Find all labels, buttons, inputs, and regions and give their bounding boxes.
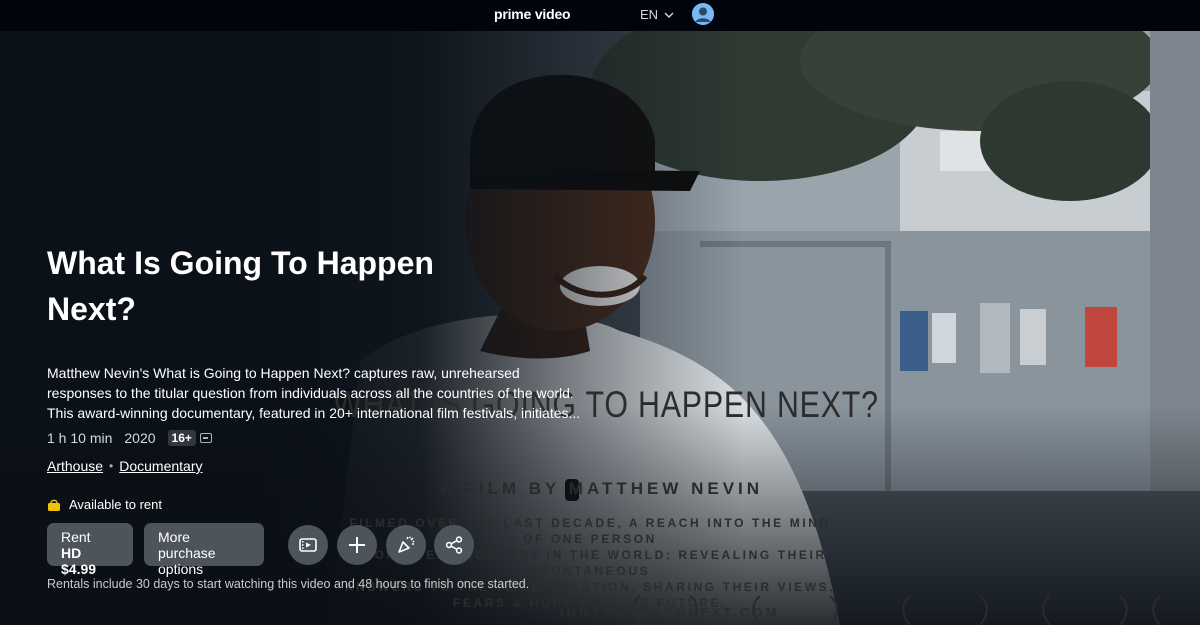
trailer-button[interactable]	[288, 525, 328, 565]
share-button[interactable]	[434, 525, 474, 565]
metadata-row: 1 h 10 min 2020 16+	[47, 430, 212, 446]
synopsis[interactable]: Matthew Nevin's What is Going to Happen …	[47, 363, 587, 423]
prime-video-logo[interactable]: prime video	[494, 6, 571, 22]
chevron-down-icon	[664, 12, 674, 18]
festival-laurels	[632, 595, 1161, 625]
share-icon	[445, 536, 463, 554]
top-navigation-bar: prime video EN	[0, 0, 1200, 31]
runtime: 1 h 10 min	[47, 430, 113, 446]
genre-links: Arthouse • Documentary	[47, 458, 203, 474]
release-year: 2020	[124, 430, 156, 446]
language-selector[interactable]: EN	[640, 7, 674, 22]
shopping-bag-icon	[48, 499, 60, 511]
rent-price: HD $4.99	[61, 545, 97, 577]
rental-terms-note: Rentals include 30 days to start watchin…	[47, 577, 530, 591]
rent-label: Rent	[61, 529, 91, 545]
trailer-icon	[299, 538, 317, 552]
availability-status: Available to rent	[47, 497, 162, 512]
genre-separator: •	[109, 459, 114, 473]
profile-avatar-icon[interactable]	[692, 3, 714, 25]
genre-link-arthouse[interactable]: Arthouse	[47, 458, 103, 474]
more-purchase-options-button[interactable]: More purchase options	[144, 523, 264, 577]
genre-link-documentary[interactable]: Documentary	[119, 458, 202, 474]
poster-byline: A FILM BY MATTHEW NEVIN	[440, 479, 764, 498]
page-title: What Is Going To Happen Next?	[47, 245, 434, 327]
watch-party-icon	[398, 536, 415, 553]
language-label: EN	[640, 7, 659, 22]
rent-hd-button[interactable]: Rent HD $4.99	[47, 523, 133, 577]
watch-party-button[interactable]	[386, 525, 426, 565]
availability-label: Available to rent	[69, 497, 162, 512]
maturity-rating-badge: 16+	[167, 430, 196, 446]
subtitles-icon	[199, 433, 212, 443]
add-to-watchlist-button[interactable]	[337, 525, 377, 565]
plus-icon	[349, 537, 365, 553]
